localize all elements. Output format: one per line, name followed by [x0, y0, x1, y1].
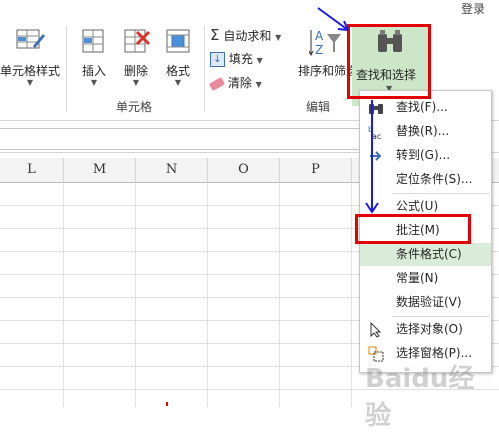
menu-item-label: 选择对象(O) — [396, 322, 463, 336]
sort-filter-icon: A Z — [309, 29, 341, 57]
formula-input[interactable] — [0, 128, 371, 150]
menu-item-constants[interactable]: 常量(N) — [360, 267, 491, 290]
col-line — [279, 183, 280, 407]
menu-item-data-validation[interactable]: 数据验证(V) — [360, 291, 491, 314]
col-line — [135, 183, 136, 407]
format-label: 格式 — [165, 64, 190, 78]
autosum-button[interactable]: Σ 自动求和 ▼ — [210, 26, 281, 44]
cells-group-label: 单元格 — [116, 100, 153, 114]
chevron-down-icon: ▼ — [174, 78, 182, 87]
chevron-down-icon: ▼ — [26, 78, 34, 87]
cell-marker — [166, 402, 168, 406]
binoculars-icon — [369, 104, 383, 114]
menu-item-replace[interactable]: b ac 替换(R)... — [360, 120, 491, 143]
column-header-l[interactable]: L — [0, 158, 64, 183]
insert-label: 插入 — [81, 64, 106, 78]
menu-item-label: 替换(R)... — [396, 124, 450, 138]
ribbon-separator — [66, 26, 67, 112]
cell-style-button[interactable]: 单元格样式 ▼ — [0, 26, 60, 87]
login-link[interactable]: 登录 — [461, 0, 485, 17]
col-line — [63, 183, 64, 407]
svg-text:A: A — [315, 29, 324, 43]
annotation-highlight-find-button — [347, 24, 431, 99]
watermark: Baidu经验 — [365, 364, 475, 431]
fill-label: 填充 — [228, 52, 253, 66]
cell-style-icon — [16, 29, 45, 49]
delete-cells-icon — [124, 29, 151, 53]
menu-item-find[interactable]: 查找(F)... — [360, 96, 491, 119]
cursor-icon — [370, 322, 382, 338]
delete-button[interactable]: 删除 ▼ — [116, 26, 156, 87]
menu-item-label: 条件格式(C) — [396, 247, 462, 261]
menu-item-label: 定位条件(S)... — [396, 172, 473, 186]
chevron-down-icon: ▼ — [132, 78, 140, 87]
column-header-n[interactable]: N — [136, 158, 208, 183]
column-header-p[interactable]: P — [280, 158, 352, 183]
chevron-down-icon: ▼ — [90, 78, 98, 87]
ribbon-separator — [204, 26, 205, 112]
menu-item-goto[interactable]: 转到(G)... — [360, 144, 491, 167]
menu-item-label: 转到(G)... — [396, 148, 451, 162]
col-line — [207, 183, 208, 407]
col-line — [351, 183, 352, 407]
column-header-o[interactable]: O — [208, 158, 280, 183]
title-bar: 登录 — [0, 0, 499, 18]
svg-text:ac: ac — [372, 132, 381, 140]
fill-down-icon: ↓ — [210, 52, 225, 67]
chevron-down-icon: ▼ — [255, 80, 262, 89]
chevron-down-icon: ▼ — [275, 33, 282, 42]
menu-separator — [392, 193, 490, 194]
menu-item-select-objects[interactable]: 选择对象(O) — [360, 318, 491, 341]
autosum-label: 自动求和 — [223, 29, 272, 43]
annotation-highlight-comments — [355, 214, 471, 244]
replace-icon: b ac — [368, 125, 381, 140]
menu-item-label: 查找(F)... — [396, 100, 448, 114]
menu-separator — [392, 316, 490, 317]
insert-cells-icon — [82, 29, 104, 53]
clear-button[interactable]: 清除 ▼ — [208, 74, 262, 91]
sigma-icon: Σ — [210, 26, 220, 44]
arrow-right-icon — [370, 151, 382, 161]
delete-label: 删除 — [123, 64, 148, 78]
clear-label: 清除 — [227, 76, 252, 90]
edit-group-label: 编辑 — [306, 100, 331, 114]
format-button[interactable]: 格式 ▼ — [158, 26, 198, 87]
menu-item-goto-special[interactable]: 定位条件(S)... — [360, 168, 491, 191]
menu-item-conditional-formatting[interactable]: 条件格式(C) — [360, 243, 491, 266]
eraser-icon — [208, 76, 226, 91]
menu-item-label: 常量(N) — [396, 271, 439, 285]
fill-button[interactable]: ↓ 填充 ▼ — [210, 50, 263, 67]
chevron-down-icon: ▼ — [256, 56, 263, 65]
column-header-m[interactable]: M — [64, 158, 136, 183]
sort-filter-button[interactable]: A Z 排序和筛选 — [298, 26, 359, 79]
format-cells-icon — [166, 29, 190, 53]
sort-filter-label: 排序和筛选 — [298, 64, 359, 78]
svg-text:Z: Z — [315, 43, 323, 57]
insert-button[interactable]: 插入 ▼ — [74, 26, 114, 87]
menu-item-label: 数据验证(V) — [396, 295, 462, 309]
cell-style-label: 单元格样式 — [0, 64, 61, 78]
